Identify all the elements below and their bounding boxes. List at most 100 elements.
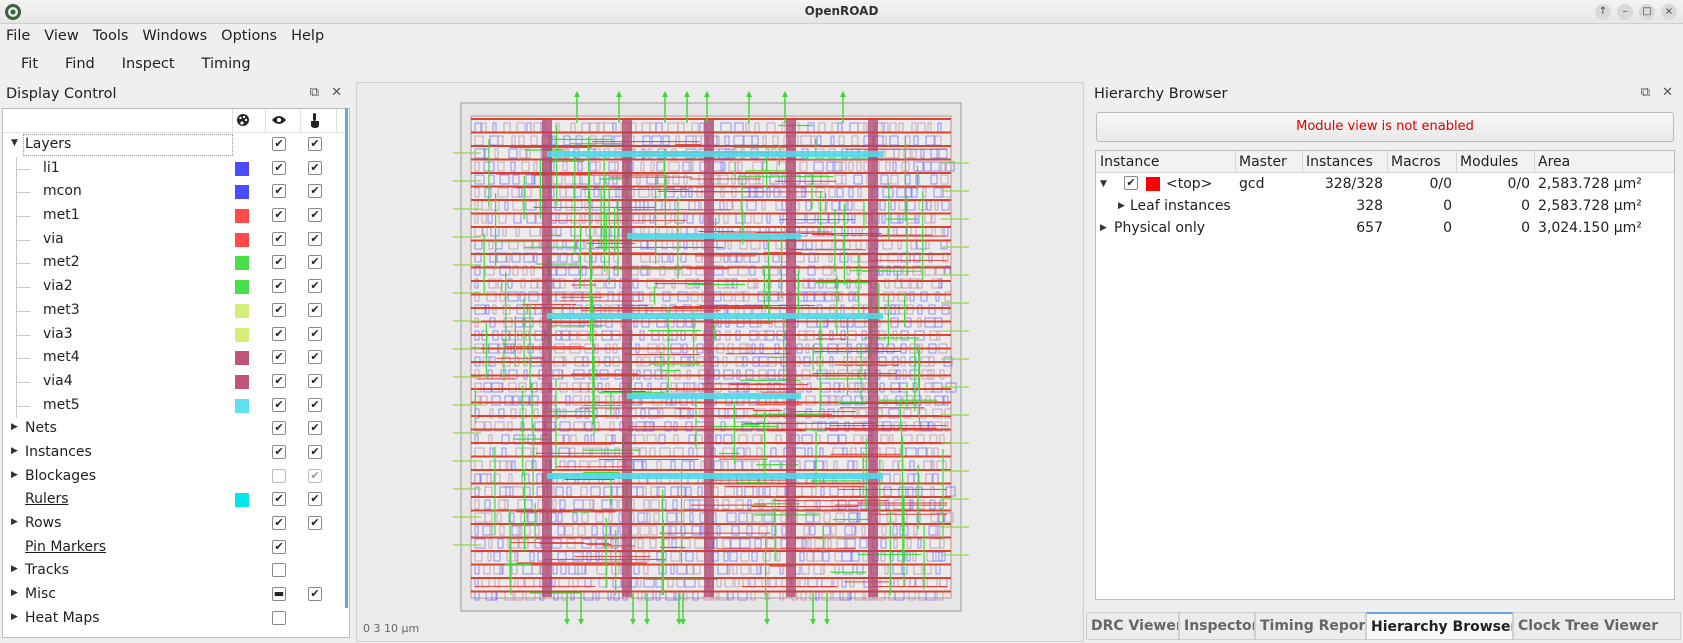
layout-canvas[interactable] [357,83,1085,643]
tree-row-misc[interactable]: ▶ Misc ▬ ✔ [3,583,349,607]
visible-checkbox[interactable] [272,468,286,483]
chevron-down-icon[interactable]: ▼ [1100,179,1107,189]
chevron-right-icon[interactable]: ▶ [1100,223,1107,233]
visible-checkbox[interactable]: ✔ [272,302,286,317]
vertical-scrollbar[interactable] [345,108,348,608]
chevron-right-icon[interactable]: ▶ [11,422,21,434]
inspect-button[interactable]: Inspect [122,56,175,72]
visible-checkbox[interactable]: ✔ [272,184,286,199]
visible-checkbox[interactable]: ✔ [272,373,286,388]
table-row[interactable]: ▶ Physical only 657 0 0 3,024.150 μm² [1096,217,1674,239]
color-swatch[interactable] [235,303,249,318]
visible-checkbox[interactable]: ✔ [272,492,286,507]
chevron-right-icon[interactable]: ▶ [11,564,21,576]
find-button[interactable]: Find [65,56,95,72]
tree-row-via[interactable]: via ✔ ✔ [3,227,349,252]
column-master[interactable]: Master [1239,154,1287,170]
tree-row-met3[interactable]: met3 ✔ ✔ [3,298,349,323]
visible-checkbox[interactable]: ✔ [272,160,286,175]
menu-options[interactable]: Options [221,28,277,44]
visible-checkbox[interactable] [272,563,286,578]
close-panel-icon[interactable]: ✕ [331,85,342,100]
tree-row-li1[interactable]: li1 ✔ ✔ [3,156,349,181]
selectable-checkbox[interactable]: ✔ [308,421,322,436]
color-swatch[interactable] [235,161,249,176]
close-icon[interactable]: × [1661,4,1677,20]
tree-row-via3[interactable]: via3 ✔ ✔ [3,322,349,347]
tree-row-rulers[interactable]: Rulers ✔ ✔ [3,488,349,512]
visible-checkbox[interactable]: ✔ [272,397,286,412]
timing-button[interactable]: Timing [202,56,251,72]
visible-checkbox[interactable]: ▬ [272,587,286,602]
color-swatch[interactable] [235,232,249,247]
visible-checkbox[interactable]: ✔ [272,421,286,436]
chevron-right-icon[interactable]: ▶ [1118,201,1125,211]
menu-help[interactable]: Help [291,28,324,44]
color-swatch[interactable] [235,327,249,342]
tree-row-met2[interactable]: met2 ✔ ✔ [3,251,349,276]
chevron-right-icon[interactable]: ▶ [11,588,21,600]
chevron-right-icon[interactable]: ▶ [11,446,21,458]
selectable-checkbox[interactable]: ✔ [308,587,322,602]
chevron-right-icon[interactable]: ▶ [11,470,21,482]
chevron-down-icon[interactable]: ▼ [11,138,21,150]
color-swatch[interactable] [235,398,249,413]
column-instance[interactable]: Instance [1100,154,1160,170]
maximize-up-icon[interactable]: ↑ [1595,4,1611,20]
menu-tools[interactable]: Tools [93,28,129,44]
chevron-right-icon[interactable]: ▶ [11,517,21,529]
layout-view[interactable]: 0 3 10 μm [356,82,1084,642]
tab-inspector[interactable]: Inspector [1179,612,1255,640]
selectable-checkbox[interactable]: ✔ [308,444,322,459]
tree-row-met4[interactable]: met4 ✔ ✔ [3,346,349,371]
column-instances[interactable]: Instances [1306,154,1373,170]
tab-clock-tree-viewer[interactable]: Clock Tree Viewer [1513,612,1681,640]
color-swatch[interactable] [235,493,249,508]
column-macros[interactable]: Macros [1391,154,1441,170]
tree-row-via2[interactable]: via2 ✔ ✔ [3,275,349,300]
float-panel-icon[interactable]: ⧉ [1641,85,1650,100]
tab-drc-viewer[interactable]: DRC Viewer [1086,612,1179,640]
selectable-checkbox[interactable]: ✔ [308,231,322,246]
tree-row-rows[interactable]: ▶ Rows ✔ ✔ [3,512,349,536]
tab-timing-report[interactable]: Timing Report [1255,612,1366,640]
selectable-checkbox[interactable]: ✔ [308,397,322,412]
tree-row-pin-markers[interactable]: Pin Markers ✔ [3,536,349,560]
tree-row-blockages[interactable]: ▶ Blockages ✔ [3,465,349,489]
visible-checkbox[interactable]: ✔ [272,539,286,554]
color-swatch[interactable] [235,256,249,271]
minimize-icon[interactable]: – [1617,4,1633,20]
close-panel-icon[interactable]: ✕ [1662,85,1673,100]
maximize-icon[interactable]: □ [1639,4,1655,20]
color-swatch[interactable] [1146,177,1160,191]
visible-checkbox[interactable]: ✔ [272,208,286,223]
selectable-checkbox[interactable]: ✔ [308,160,322,175]
tree-row-met1[interactable]: met1 ✔ ✔ [3,204,349,229]
tree-row-layers[interactable]: ▼ Layers ✔ ✔ [3,133,349,157]
column-modules[interactable]: Modules [1460,154,1518,170]
menu-windows[interactable]: Windows [142,28,207,44]
color-swatch[interactable] [235,280,249,295]
row-checkbox[interactable]: ✔ [1124,176,1138,190]
selectable-checkbox[interactable]: ✔ [308,516,322,530]
selectable-checkbox[interactable]: ✔ [308,184,322,199]
selectable-checkbox[interactable]: ✔ [308,137,322,151]
table-row[interactable]: ▶ Leaf instances 328 0 0 2,583.728 μm² [1096,195,1674,217]
visible-checkbox[interactable]: ✔ [272,516,286,530]
tab-hierarchy-browser[interactable]: Hierarchy Browser [1366,612,1513,640]
tree-row-tracks[interactable]: ▶ Tracks [3,559,349,583]
selectable-checkbox[interactable]: ✔ [308,302,322,317]
tree-row-instances[interactable]: ▶ Instances ✔ ✔ [3,441,349,465]
tree-row-heat-maps[interactable]: ▶ Heat Maps [3,607,349,631]
selectable-checkbox[interactable]: ✔ [308,350,322,365]
fit-button[interactable]: Fit [21,56,38,72]
menu-file[interactable]: File [6,28,30,44]
color-swatch[interactable] [235,351,249,366]
color-swatch[interactable] [235,209,249,224]
visible-checkbox[interactable] [272,610,286,625]
visible-checkbox[interactable]: ✔ [272,231,286,246]
visible-checkbox[interactable]: ✔ [272,326,286,341]
table-row[interactable]: ▼ ✔ <top> gcd 328/328 0/0 0/0 2,583.728 … [1096,173,1674,195]
selectable-checkbox[interactable]: ✔ [308,208,322,223]
color-swatch[interactable] [235,374,249,389]
